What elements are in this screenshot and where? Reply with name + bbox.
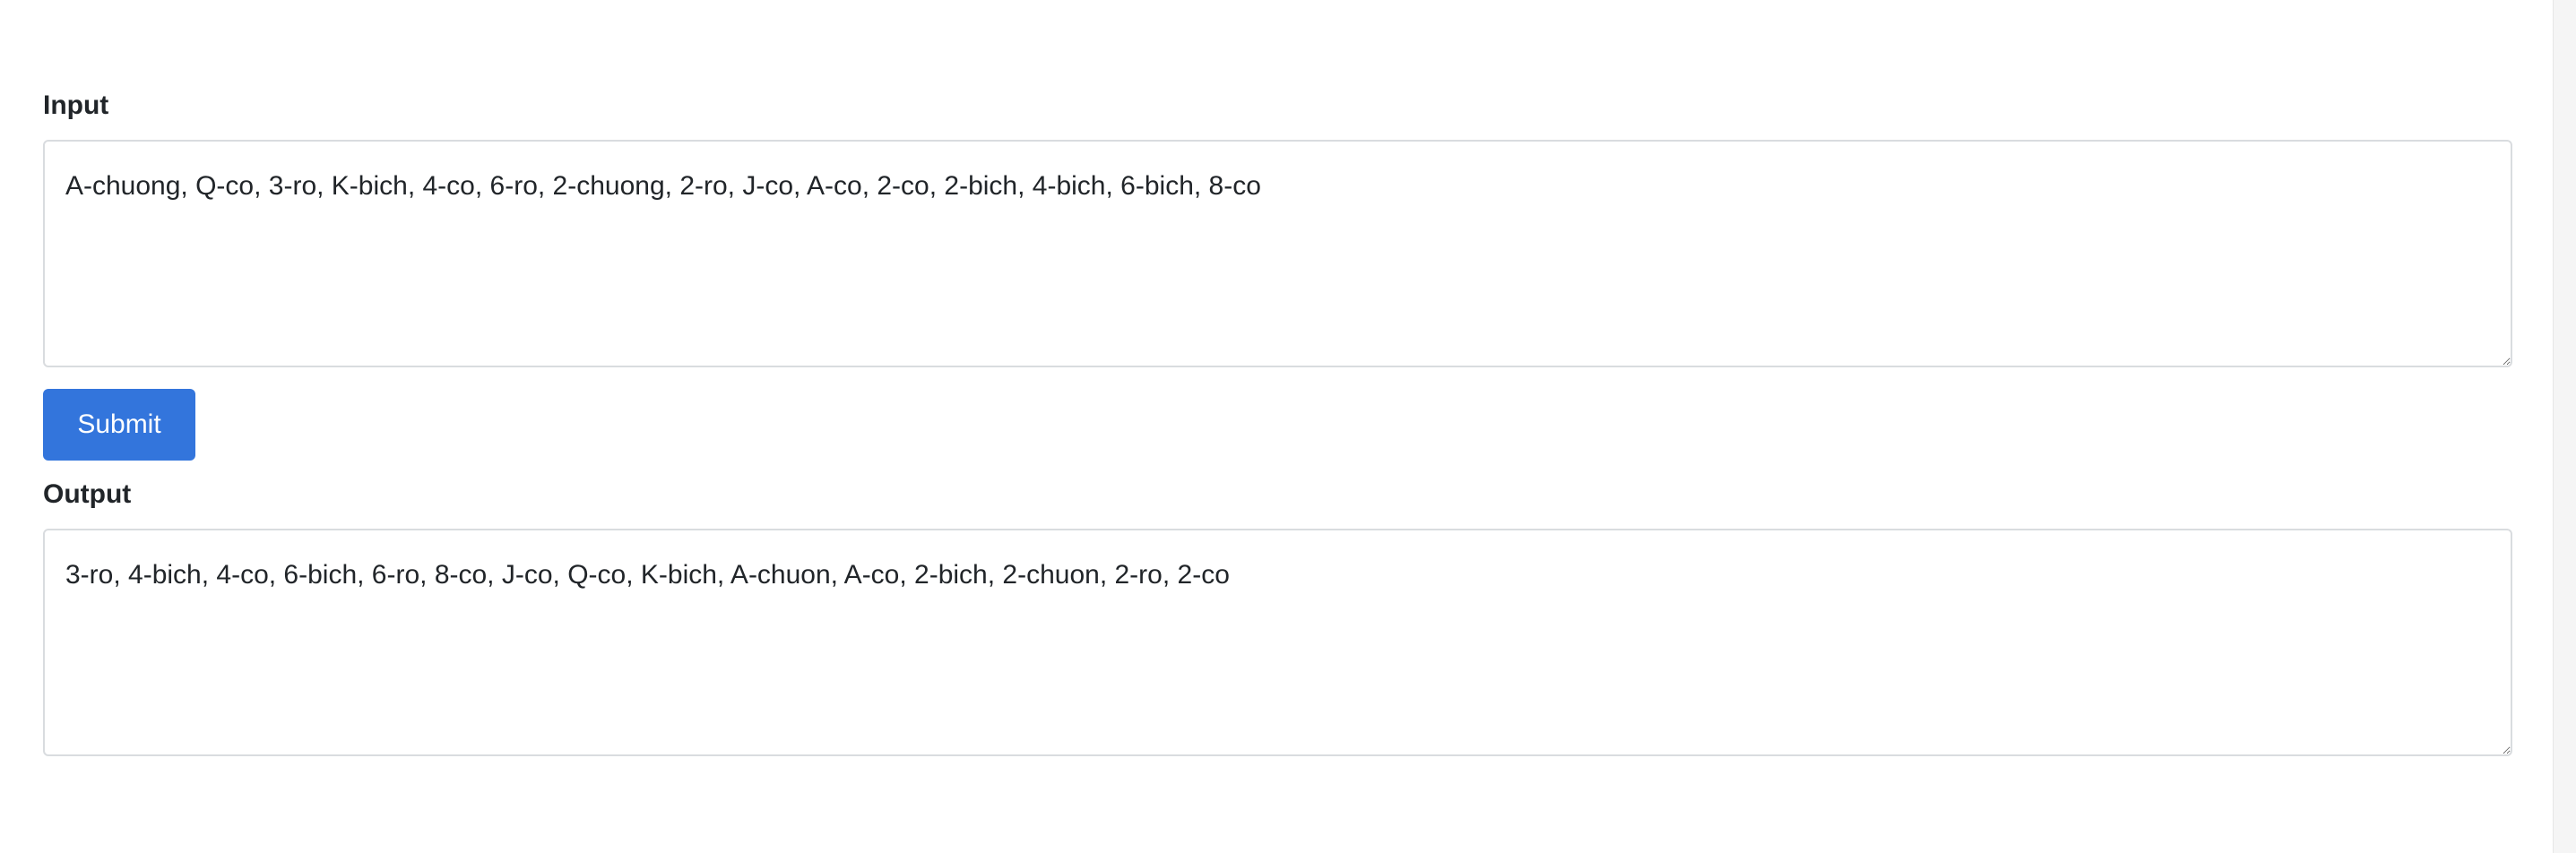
input-textarea[interactable]: A-chuong, Q-co, 3-ro, K-bich, 4-co, 6-ro…: [43, 140, 2512, 367]
page: Input A-chuong, Q-co, 3-ro, K-bich, 4-co…: [0, 0, 2576, 853]
input-label: Input: [43, 90, 109, 120]
output-label: Output: [43, 479, 132, 509]
page-scrollbar[interactable]: [2553, 0, 2576, 853]
submit-button[interactable]: Submit: [43, 389, 195, 461]
output-textarea[interactable]: 3-ro, 4-bich, 4-co, 6-bich, 6-ro, 8-co, …: [43, 529, 2512, 756]
main-content: Input A-chuong, Q-co, 3-ro, K-bich, 4-co…: [43, 0, 2512, 756]
